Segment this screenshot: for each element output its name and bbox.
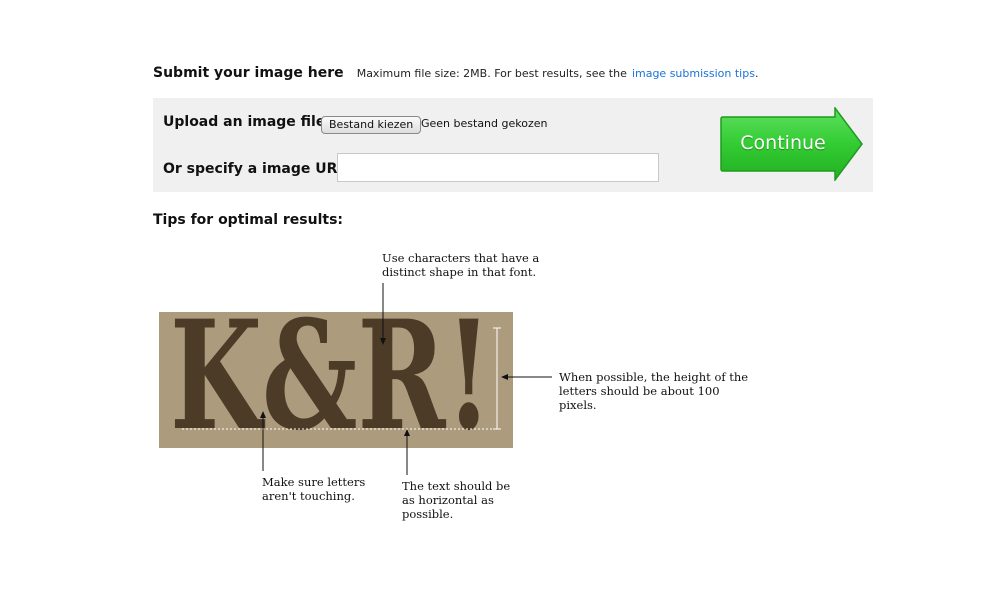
- tip-letter-height: When possible, the height of the letters…: [559, 370, 749, 412]
- tip-distinct-shape: Use characters that have a distinct shap…: [382, 251, 540, 279]
- sample-text: K&R!: [170, 288, 492, 464]
- tip-not-touching: Make sure letters aren't touching.: [262, 475, 366, 503]
- tip-horizontal: The text should be as horizontal as poss…: [402, 479, 511, 521]
